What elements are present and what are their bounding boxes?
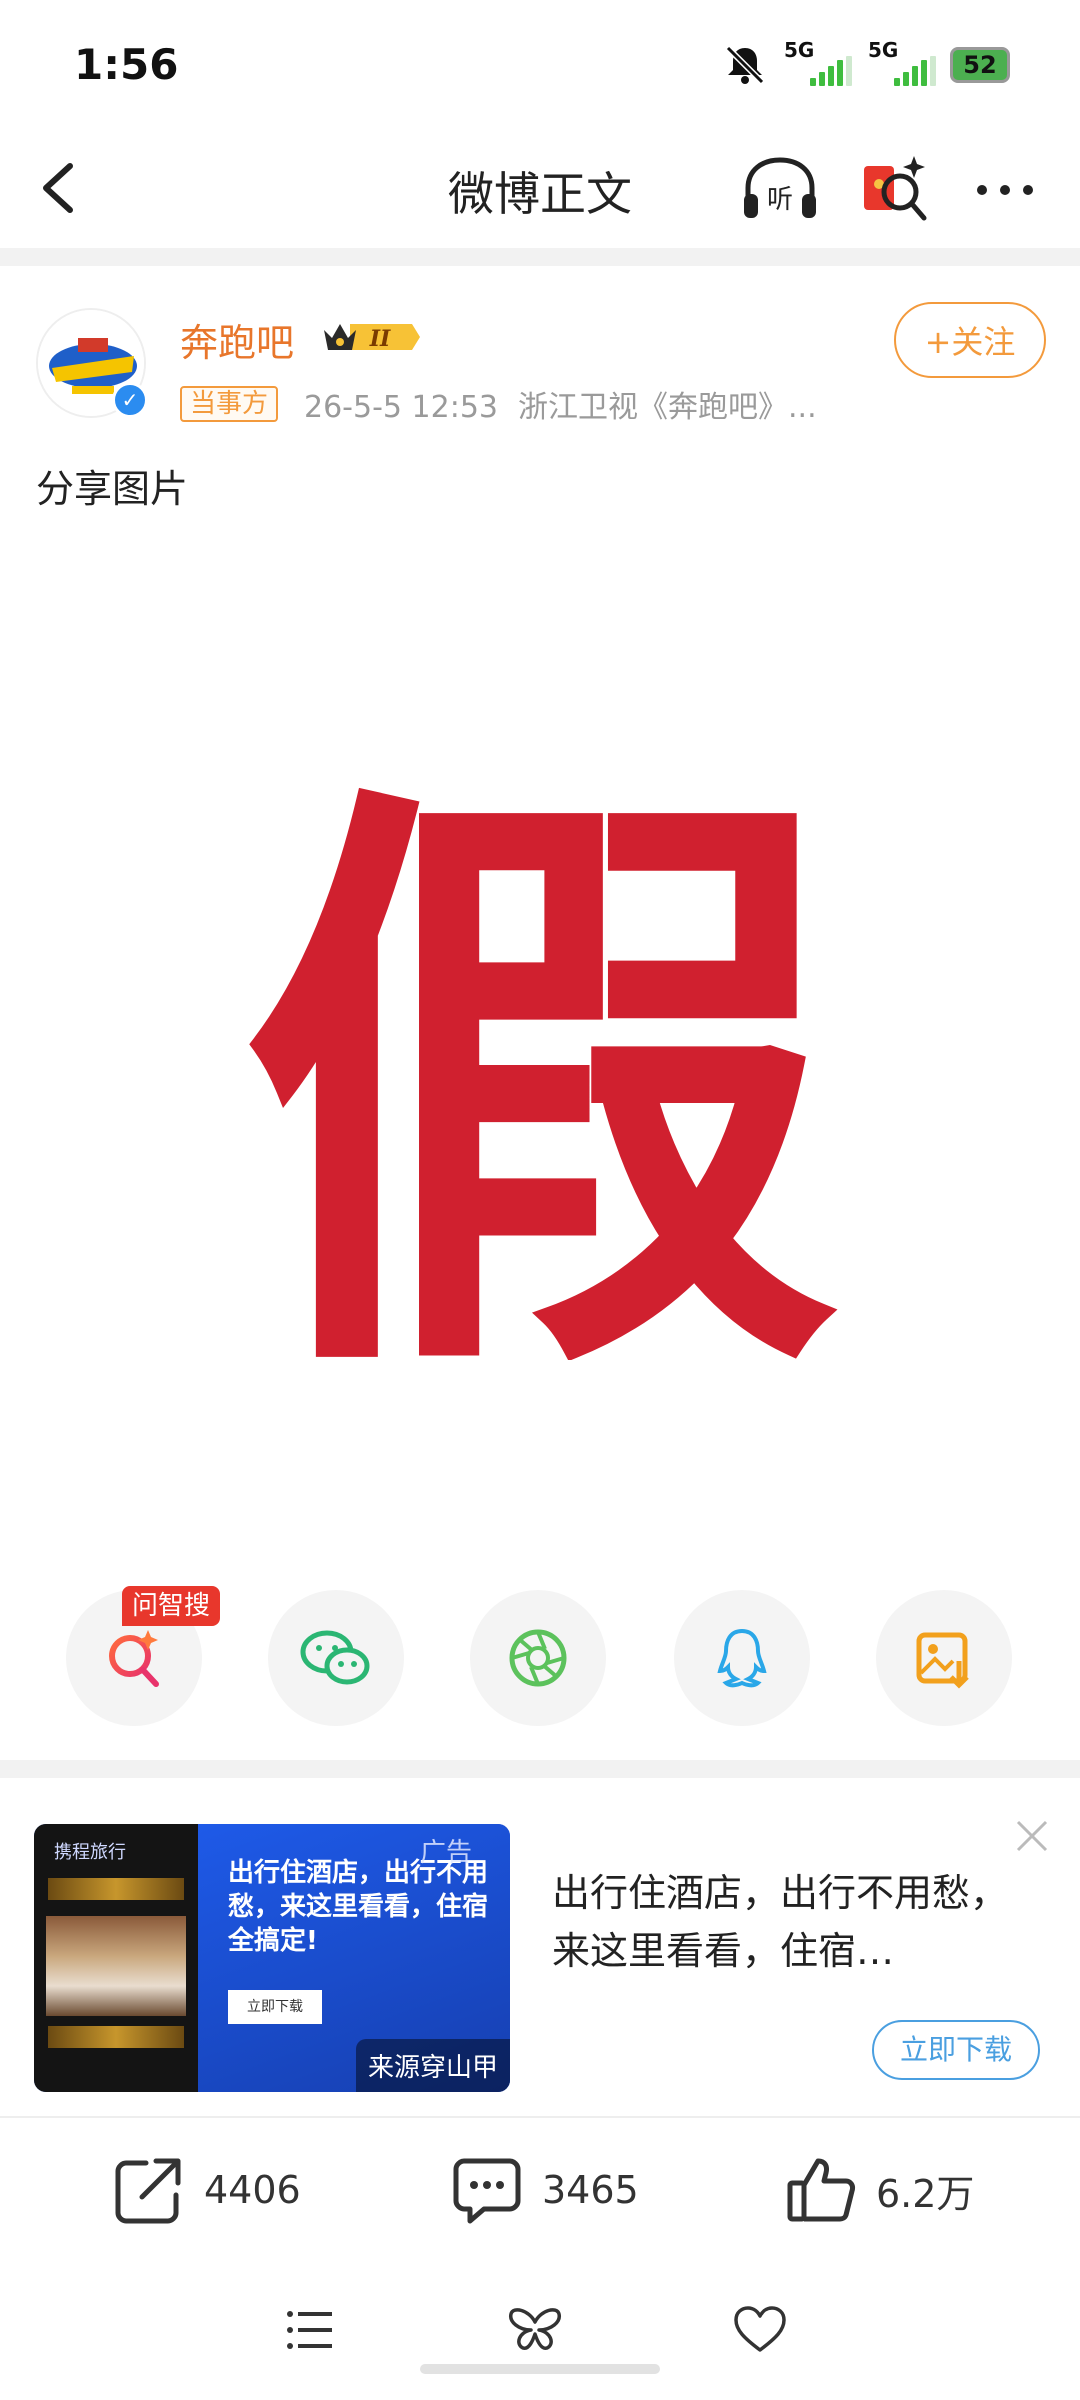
comment-icon [453,2158,521,2224]
ad-tag: 广告 [420,1838,473,1868]
wechat-icon [300,1630,370,1685]
close-icon[interactable] [1010,1814,1054,1858]
back-icon[interactable] [30,158,90,218]
vip-crown-badge-icon[interactable]: II [320,316,422,358]
like-count: 6.2万 [876,2171,975,2216]
post-timestamp: 26-5-5 12:53 [304,390,498,425]
role-tag: 当事方 [180,386,279,422]
follow-label: +关注 [924,323,1016,361]
ad-title[interactable]: 出行住酒店，出行不用愁，来这里看看，住宿… [552,1864,1022,1980]
ad-gold-banner [48,1878,184,1900]
ai-search-tag: 问智搜 [122,1586,221,1626]
list-icon[interactable] [280,2300,340,2360]
divider [0,1760,1080,1778]
post-source: 浙江卫视《奔跑吧》... [518,390,817,425]
share-wechat[interactable] [268,1590,404,1726]
status-bar: 1:56 5G 5G 52 [0,0,1080,130]
thumbs-up-icon [787,2158,855,2222]
ad-brand: 携程旅行 [54,1842,126,1863]
verified-badge-icon: ✓ [112,382,148,418]
post-text: 分享图片 [36,467,189,511]
status-time: 1:56 [74,40,179,89]
like-button[interactable]: 6.2万 [784,2150,974,2230]
ad-image-left-panel: 携程旅行 [34,1824,198,2092]
ad-slogan: 出行住酒店，出行不用愁，来这里看看，住宿全搞定! [228,1858,489,1956]
ad-download-button[interactable]: 立即下载 [872,2020,1040,2080]
repost-count: 4406 [204,2168,301,2212]
vip-level: II [369,326,391,352]
ad-hotel-room-photo [46,1916,186,2016]
butterfly-icon[interactable] [505,2300,565,2360]
battery-indicator: 52 [950,47,1010,83]
home-indicator[interactable] [420,2364,660,2374]
post-meta: 26-5-5 12:53 浙江卫视《奔跑吧》... [304,382,817,426]
qq-icon [717,1628,767,1688]
share-save-image[interactable] [876,1590,1012,1726]
divider [0,2116,1080,2118]
comment-count: 3465 [542,2168,639,2212]
red-envelope-ai-icon[interactable] [860,152,932,226]
ad-gold-banner [48,2026,184,2048]
author-name[interactable]: 奔跑吧 [180,312,294,367]
repost-icon [115,2158,181,2224]
more-icon[interactable] [970,160,1040,220]
signal-2: 5G [866,38,936,88]
ad-image-button: 立即下载 [228,1990,322,2024]
status-icons: 5G 5G 52 [722,38,1010,90]
ad-image[interactable]: 携程旅行 出行住酒店，出行不用愁，来这里看看，住宿全搞定! 立即下载 广告 来源… [34,1824,510,2092]
headphones-listen-icon[interactable]: 听 [740,154,820,224]
signal-1: 5G [782,38,852,88]
divider [0,248,1080,266]
mute-bell-icon [725,45,765,85]
nav-bar: 微博正文 听 [0,130,1080,248]
share-moments[interactable] [470,1590,606,1726]
moments-icon [509,1629,567,1687]
ai-search-icon [109,1630,159,1687]
comment-button[interactable]: 3465 [450,2150,639,2230]
heart-icon[interactable] [730,2300,790,2360]
repost-button[interactable]: 4406 [112,2150,301,2230]
follow-button[interactable]: +关注 [894,302,1046,378]
ad-source: 来源穿山甲 [355,2039,510,2092]
post-image[interactable]: 假 [240,760,840,1360]
share-qq[interactable] [674,1590,810,1726]
post-image-character: 假 [240,760,840,1360]
save-image-icon [916,1632,969,1689]
listen-label: 听 [767,185,793,215]
